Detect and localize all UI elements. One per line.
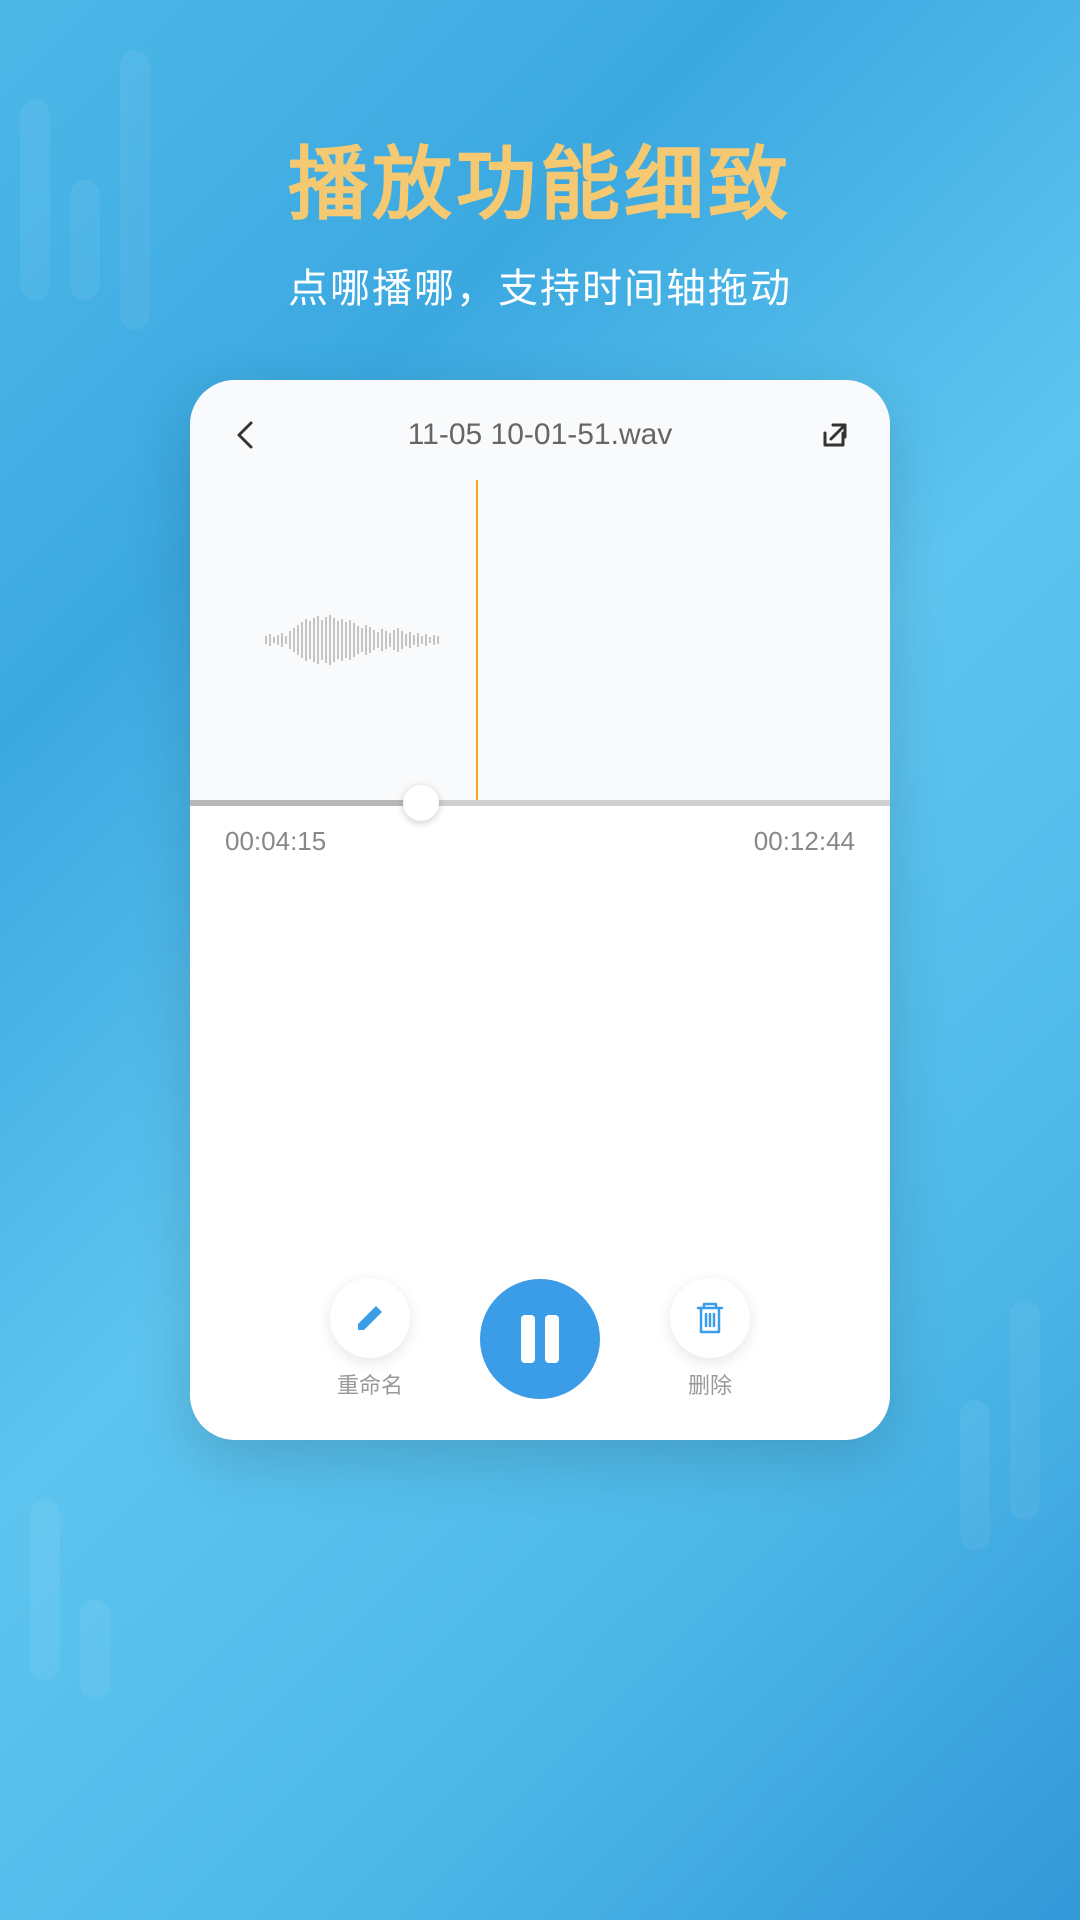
waveform-track xyxy=(220,480,860,800)
delete-button[interactable] xyxy=(670,1278,750,1358)
app-header: 11-05 10-01-51.wav xyxy=(190,380,890,480)
delete-label: 删除 xyxy=(688,1368,732,1400)
pause-control xyxy=(480,1279,600,1399)
waveform-bars xyxy=(265,610,476,670)
delete-control: 删除 xyxy=(670,1278,750,1400)
promo-header: 播放功能细致 点哪播哪，支持时间轴拖动 xyxy=(0,0,1080,314)
pencil-icon xyxy=(352,1300,388,1336)
file-title: 11-05 10-01-51.wav xyxy=(265,418,815,452)
back-button[interactable] xyxy=(225,415,265,455)
chevron-left-icon xyxy=(235,419,255,451)
slider-fill xyxy=(190,800,421,806)
rename-label: 重命名 xyxy=(337,1368,403,1400)
current-time: 00:04:15 xyxy=(225,826,326,857)
external-link-icon xyxy=(819,419,851,451)
promo-subtitle: 点哪播哪，支持时间轴拖动 xyxy=(0,256,1080,314)
share-button[interactable] xyxy=(815,415,855,455)
slider-thumb[interactable] xyxy=(403,785,439,821)
pause-button[interactable] xyxy=(480,1279,600,1399)
pause-icon xyxy=(521,1315,559,1363)
trash-icon xyxy=(694,1300,726,1336)
total-time: 00:12:44 xyxy=(754,826,855,857)
rename-control: 重命名 xyxy=(330,1278,410,1400)
playhead-indicator xyxy=(476,480,478,800)
promo-title: 播放功能细致 xyxy=(0,120,1080,236)
rename-button[interactable] xyxy=(330,1278,410,1358)
waveform-area[interactable] xyxy=(190,480,890,800)
controls-area: 重命名 删除 xyxy=(190,1278,890,1400)
progress-slider[interactable] xyxy=(190,800,890,806)
time-display: 00:04:15 00:12:44 xyxy=(190,806,890,877)
phone-frame: 11-05 10-01-51.wav xyxy=(190,380,890,1440)
